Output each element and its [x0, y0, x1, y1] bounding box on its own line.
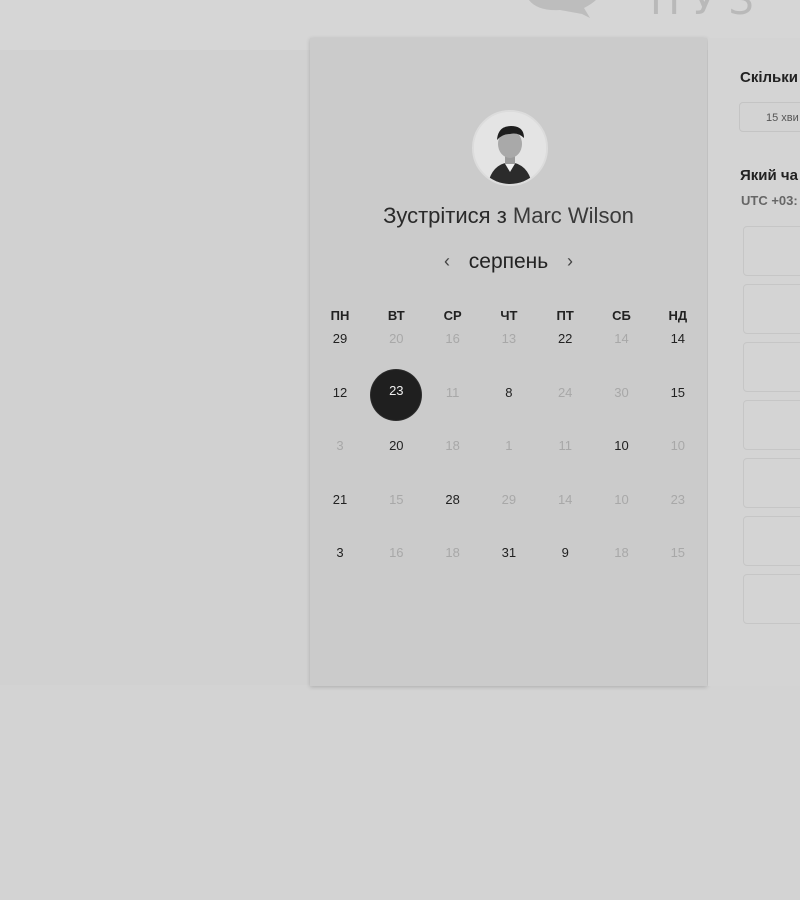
calendar-day[interactable]: 14: [650, 328, 706, 350]
calendar-day: 29: [501, 491, 517, 507]
weekday-label: СБ: [612, 308, 631, 323]
calendar-day: 10: [614, 491, 629, 507]
weekday-label: СР: [443, 308, 462, 323]
calendar-day: 13: [501, 331, 517, 346]
calendar-card: Зустрітися з Marc Wilson ‹ серпень › ПН В…: [310, 38, 707, 686]
booking-panel: Скільки 15 хви Який ча UTC +03:: [708, 38, 800, 686]
calendar-day: 18: [445, 545, 460, 560]
host-name: Marc Wilson: [512, 203, 634, 228]
time-slot-button[interactable]: [743, 342, 800, 392]
calendar-day: 16: [389, 545, 404, 560]
time-label: Який ча: [740, 167, 798, 184]
calendar-day: 23: [670, 491, 686, 507]
calendar-day[interactable]: 10: [594, 435, 650, 457]
calendar-day: 1: [505, 438, 513, 453]
calendar-day: 20: [389, 331, 404, 346]
time-slot-button[interactable]: [743, 226, 800, 276]
chevron-right-icon[interactable]: ›: [560, 250, 580, 274]
weekday-label: ПН: [330, 308, 350, 323]
calendar-day[interactable]: 9: [537, 542, 593, 564]
title-prefix: Зустрітися з: [383, 203, 507, 228]
weekday-label: ЧТ: [500, 308, 518, 323]
host-avatar: [472, 110, 548, 186]
time-slot-button[interactable]: [743, 516, 800, 566]
calendar-day[interactable]: 21: [312, 489, 368, 511]
month-label: серпень: [468, 250, 549, 273]
calendar-day: 10: [670, 438, 686, 453]
calendar-day[interactable]: 8: [481, 382, 537, 404]
calendar-day: 15: [670, 545, 686, 560]
calendar-day: 14: [614, 331, 629, 346]
calendar-day: 11: [558, 438, 572, 453]
weekday-label: ВТ: [387, 308, 405, 323]
month-navigation: ‹ серпень ›: [310, 250, 707, 276]
calendar-day: 15: [389, 491, 404, 507]
calendar-day[interactable]: 31: [481, 542, 537, 564]
calendar-day[interactable]: 12: [312, 382, 368, 404]
calendar-day: 18: [614, 545, 629, 560]
duration-select[interactable]: 15 хви: [739, 102, 800, 132]
time-slot-button[interactable]: [743, 574, 800, 624]
calendar-day[interactable]: 3: [312, 542, 368, 564]
calendar-day[interactable]: 20: [368, 435, 424, 457]
calendar-day: 16: [445, 331, 460, 346]
calendar-day[interactable]: 15: [650, 382, 706, 404]
calendar-day: 30: [614, 384, 629, 400]
calendar-day[interactable]: 22: [537, 328, 593, 350]
logo-wordmark-fragment: ПУЗ: [650, 0, 767, 24]
calendar-day-selected[interactable]: 23: [368, 380, 424, 402]
calendar-day: 3: [336, 438, 344, 453]
calendar-day[interactable]: 28: [425, 489, 481, 511]
time-slot-button[interactable]: [743, 458, 800, 508]
person-photo-icon: [474, 112, 546, 184]
calendar-day: 24: [557, 384, 573, 400]
weekday-label: НД: [668, 308, 688, 323]
timezone-label[interactable]: UTC +03:: [741, 193, 798, 208]
calendar-day: 14: [557, 491, 573, 507]
duration-label: Скільки: [740, 69, 798, 86]
calendar-day[interactable]: 29: [312, 328, 368, 350]
calendar-day: 18: [445, 438, 460, 453]
time-slot-button[interactable]: [743, 284, 800, 334]
calendar-day: 11: [445, 384, 460, 400]
time-slot-button[interactable]: [743, 400, 800, 450]
page-title: Зустрітися з Marc Wilson: [310, 203, 707, 229]
weekday-label: ПТ: [556, 308, 574, 323]
logo-icon: [528, 0, 596, 18]
